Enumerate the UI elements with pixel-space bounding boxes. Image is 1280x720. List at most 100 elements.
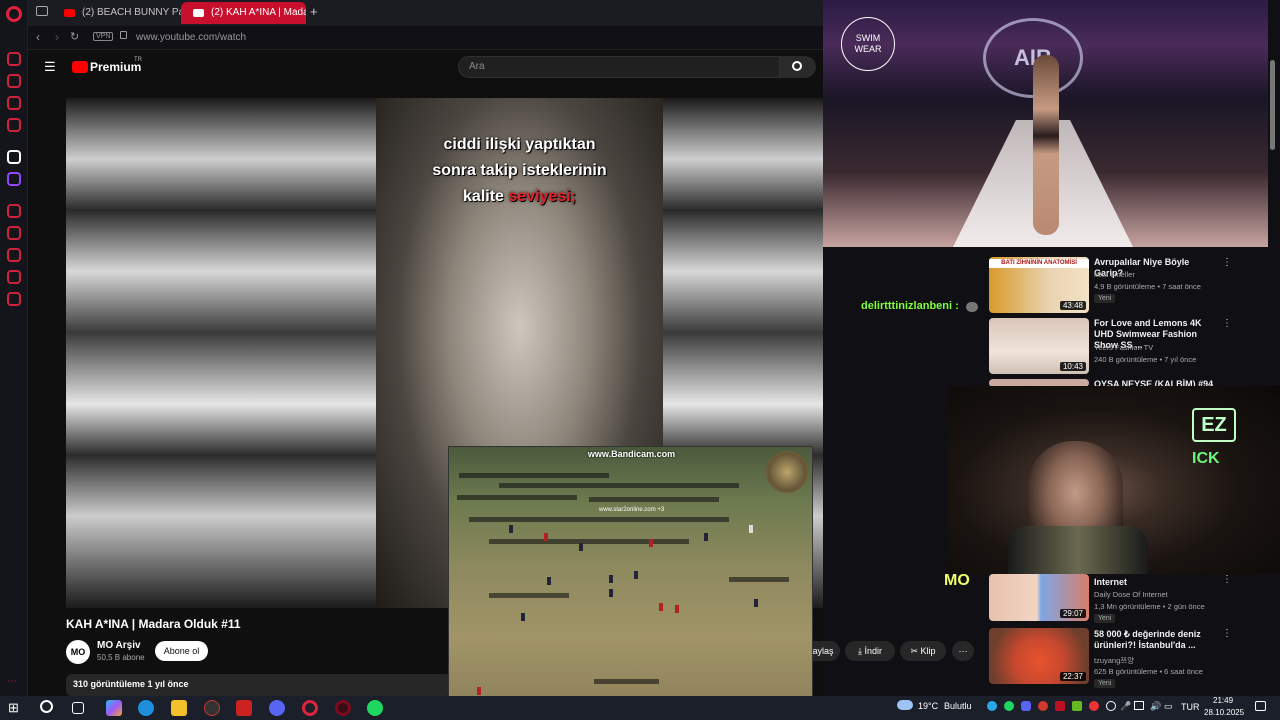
kebab-menu-icon[interactable]: ⋮ — [1222, 574, 1232, 585]
language-indicator[interactable]: TUR — [1181, 702, 1200, 712]
video-thumbnail[interactable]: 10:43 — [989, 318, 1089, 374]
app-tray-icon[interactable] — [1055, 701, 1065, 711]
related-channel[interactable]: Yeers Fashion TV — [1094, 343, 1153, 352]
spotify-tray-icon[interactable] — [1004, 701, 1014, 711]
related-video[interactable]: 29:07 Internet Daily Dose Of Internet 1,… — [989, 574, 1232, 624]
kebab-menu-icon[interactable]: ⋮ — [1222, 318, 1232, 329]
related-video[interactable]: BATI ZİHNİNİN ANATOMİSİ 43:48 Avrupalıla… — [989, 257, 1232, 315]
new-badge: Yeni — [1094, 679, 1116, 688]
channel-name[interactable]: MO Arşiv — [97, 640, 141, 651]
task-view-icon[interactable] — [72, 702, 84, 714]
player-icon[interactable] — [7, 204, 21, 218]
settings-icon[interactable] — [7, 292, 21, 306]
forward-icon[interactable]: › — [55, 30, 59, 44]
related-channel[interactable]: tzuyang쯔양 — [1094, 655, 1134, 666]
related-video[interactable]: 22:37 58 000 ₺ değerinde deniz ürünleri?… — [989, 628, 1232, 688]
pinboard-icon[interactable] — [7, 226, 21, 240]
crypto-wallet-icon[interactable] — [7, 74, 21, 88]
opera-icon[interactable] — [302, 700, 318, 716]
obs-icon[interactable] — [204, 700, 220, 716]
instagram-icon[interactable] — [7, 118, 21, 132]
twitch-icon[interactable] — [7, 172, 21, 186]
vpn-badge[interactable]: VPN — [93, 32, 114, 41]
notifications-icon[interactable] — [1255, 701, 1266, 711]
weather-temp[interactable]: 19°C — [918, 701, 938, 711]
kebab-menu-icon[interactable]: ⋮ — [1222, 257, 1232, 268]
video-editor-icon[interactable] — [236, 700, 252, 716]
search-icon[interactable] — [40, 700, 53, 713]
network-icon[interactable] — [1134, 701, 1144, 710]
clock-time[interactable]: 21:49 — [1213, 696, 1233, 705]
telegram-icon[interactable] — [987, 701, 997, 711]
video-thumbnail[interactable]: BATI ZİHNİNİN ANATOMİSİ 43:48 — [989, 257, 1089, 313]
player-name-tag — [457, 495, 577, 500]
new-badge: Yeni — [1094, 294, 1116, 303]
copilot-icon[interactable] — [106, 700, 122, 716]
windows-start-icon[interactable]: ⊞ — [8, 700, 24, 716]
game-character — [634, 571, 638, 579]
clock-date[interactable]: 28.10.2025 — [1204, 708, 1244, 717]
opera-gx-icon[interactable] — [335, 700, 351, 716]
kebab-menu-icon[interactable]: ⋮ — [1222, 628, 1232, 639]
nvidia-tray-icon[interactable] — [1072, 701, 1082, 711]
discord-icon[interactable] — [269, 700, 285, 716]
player-name-tag — [469, 517, 729, 522]
discord-tray-icon[interactable] — [1021, 701, 1031, 711]
tab-beach-bunny[interactable]: (2) BEACH BUNNY Parais — [52, 2, 202, 24]
edge-icon[interactable] — [138, 700, 154, 716]
player-name-tag — [499, 483, 739, 488]
spotify-icon[interactable] — [367, 700, 383, 716]
back-icon[interactable]: ‹ — [36, 30, 40, 44]
related-title[interactable]: Internet — [1094, 577, 1214, 588]
scroll-thumb[interactable] — [1270, 60, 1275, 150]
channel-subscribers: 50,5 B abone — [97, 653, 145, 662]
settings-tray-icon[interactable] — [1106, 701, 1116, 711]
microphone-icon[interactable]: 🎤 — [1120, 701, 1131, 712]
volume-icon[interactable]: 🔊 — [1150, 701, 1161, 712]
subscribe-button[interactable]: Abone ol — [155, 641, 208, 661]
recording-tray-icon[interactable] — [1089, 701, 1099, 711]
opera-logo-icon[interactable] — [6, 6, 22, 22]
channel-avatar[interactable]: MO — [66, 640, 90, 664]
reload-icon[interactable]: ↻ — [70, 30, 79, 43]
tiktok-icon[interactable] — [7, 150, 21, 164]
description-box[interactable]: 310 görüntüleme 1 yıl önce — [66, 674, 451, 696]
tab-kahraina[interactable]: (2) KAH A*INA | Madara O — [181, 2, 306, 24]
aria-icon[interactable] — [7, 52, 21, 66]
youtube-favicon-icon — [193, 9, 204, 17]
clip-button[interactable]: ✂ Klip — [900, 641, 946, 661]
messenger-icon[interactable] — [7, 96, 21, 110]
game-character — [509, 525, 513, 533]
video-title: KAH A*INA | Madara Olduk #11 — [66, 617, 241, 631]
youtube-logo-icon[interactable] — [72, 61, 88, 73]
menu-icon[interactable]: ☰ — [44, 59, 56, 75]
url-field[interactable]: www.youtube.com/watch — [136, 32, 246, 43]
download-button[interactable]: ⤓ İndir — [845, 641, 895, 661]
video-thumbnail[interactable]: 22:37 — [989, 628, 1089, 684]
address-bar: ‹ › ↻ VPN www.youtube.com/watch — [28, 26, 823, 50]
battery-icon[interactable]: ▭ — [1164, 701, 1173, 712]
related-channel[interactable]: Daily Dose Of Internet — [1094, 590, 1168, 599]
search-input[interactable]: Ara — [458, 56, 780, 78]
search-button[interactable] — [780, 56, 816, 78]
antivirus-tray-icon[interactable] — [1038, 701, 1048, 711]
kick-logo: ICK — [1192, 450, 1220, 467]
more-icon[interactable]: ⋯ — [7, 676, 21, 690]
video-thumbnail[interactable]: 29:07 — [989, 574, 1089, 621]
history-icon[interactable] — [7, 248, 21, 262]
game-character — [547, 577, 551, 585]
extensions-icon[interactable] — [7, 270, 21, 284]
tab-island-icon[interactable] — [36, 6, 48, 16]
more-actions-button[interactable]: ⋯ — [952, 641, 974, 661]
new-tab-icon[interactable]: + — [310, 4, 318, 19]
tab-label: (2) KAH A*INA | Madara O — [211, 7, 306, 18]
file-explorer-icon[interactable] — [171, 700, 187, 716]
related-title[interactable]: 58 000 ₺ değerinde deniz ürünleri?! İsta… — [1094, 629, 1214, 651]
page-scrollbar[interactable] — [1270, 30, 1276, 690]
related-video[interactable]: 10:43 For Love and Lemons 4K UHD Swimwea… — [989, 318, 1232, 376]
related-channel[interactable]: kötü emeller — [1094, 270, 1135, 279]
youtube-header: ☰ Premium TR Ara — [28, 50, 823, 84]
game-character — [649, 539, 653, 547]
weather-desc[interactable]: Bulutlu — [944, 701, 972, 711]
game-minimap — [766, 451, 808, 493]
